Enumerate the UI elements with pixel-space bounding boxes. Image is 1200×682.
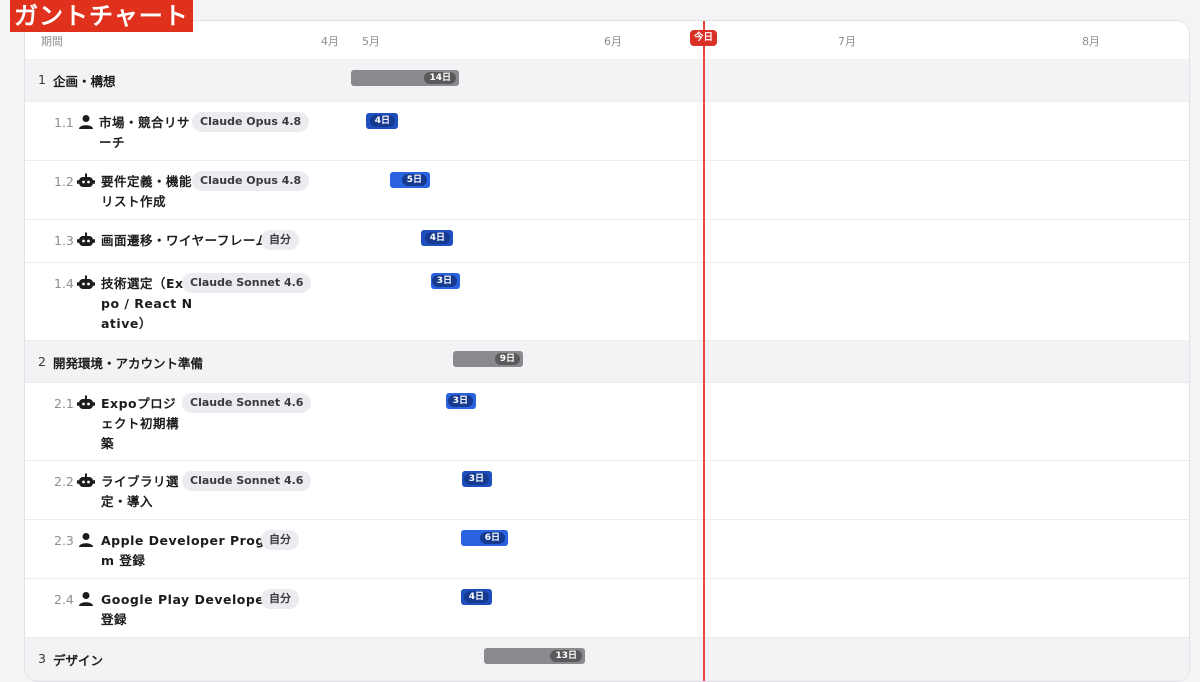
task-name: ライブラリ選 定・導入 — [101, 472, 179, 512]
task-name: 要件定義・機能 リスト作成 — [101, 172, 192, 212]
task-name-line: ェクト初期構 — [101, 416, 180, 431]
task-name-line: 市場・競合リサ — [99, 115, 191, 130]
task-row[interactable]: 2.1 Expoプロジ ェクト初期構 築 Claude Sonnet 4.6 3… — [25, 383, 1189, 461]
duration-label: 5日 — [401, 174, 427, 186]
task-name-line: 築 — [101, 436, 115, 451]
month-label-jul: 7月 — [838, 35, 856, 48]
duration-label: 3日 — [431, 275, 457, 287]
task-name-line: 技術選定（Ex — [101, 276, 184, 291]
task-name: Google Play Developer 登録 — [101, 590, 271, 630]
task-number: 2.2 — [54, 474, 74, 489]
group-name: 企画・構想 — [53, 74, 116, 89]
task-name-line: 登録 — [101, 612, 128, 627]
robot-icon — [77, 473, 95, 487]
group-row[interactable]: 2 開発環境・アカウント準備 9日 — [25, 341, 1189, 383]
month-label-may: 5月 — [362, 35, 380, 48]
duration-label: 4日 — [463, 591, 489, 603]
task-number: 2.3 — [54, 533, 74, 548]
task-number: 1.1 — [54, 115, 74, 130]
assignee-badge[interactable]: Claude Sonnet 4.6 — [182, 273, 312, 293]
task-number: 1.2 — [54, 174, 74, 189]
duration-label: 14日 — [424, 72, 456, 84]
task-name-line: ライブラリ選 — [101, 474, 180, 489]
assignee-badge[interactable]: 自分 — [261, 230, 299, 250]
task-name-line: ーチ — [99, 135, 126, 150]
group-bar[interactable]: 14日 — [351, 70, 459, 86]
task-name-line: m 登録 — [101, 553, 146, 568]
group-name: 開発環境・アカウント準備 — [53, 356, 204, 371]
page-title: ガントチャート — [10, 0, 193, 32]
duration-label: 4日 — [369, 115, 395, 127]
assignee-badge[interactable]: Claude Opus 4.8 — [192, 112, 310, 132]
task-bar[interactable]: 4日 — [421, 230, 453, 246]
timeline-header: 期間 4月 5月 6月 7月 8月 — [25, 21, 1189, 60]
group-row[interactable]: 3 デザイン 13日 — [25, 638, 1189, 681]
task-name: Expoプロジ ェクト初期構 築 — [101, 394, 179, 454]
task-name-line: Expoプロジ — [101, 396, 177, 411]
task-row[interactable]: 1.4 技術選定（Ex po / React N ative） Claude S… — [25, 263, 1189, 341]
task-name: 画面遷移・ワイヤーフレーム — [101, 231, 269, 251]
today-line — [703, 21, 705, 681]
robot-icon — [77, 395, 95, 409]
task-name-line: po / React N — [101, 296, 193, 311]
duration-label: 3日 — [463, 473, 489, 485]
group-number: 2 — [38, 354, 46, 369]
assignee-badge[interactable]: Claude Sonnet 4.6 — [182, 393, 312, 413]
task-bar[interactable]: 6日 — [461, 530, 508, 546]
robot-icon — [77, 232, 95, 246]
group-number: 1 — [38, 72, 46, 87]
task-name-line: 画面遷移・ワイヤーフレーム — [101, 233, 269, 248]
task-row[interactable]: 1.1 市場・競合リサ ーチ Claude Opus 4.8 4日 — [25, 102, 1189, 161]
duration-label: 13日 — [550, 650, 582, 662]
month-label-apr: 4月 — [321, 35, 339, 48]
task-bar[interactable]: 3日 — [431, 273, 460, 289]
task-name: 技術選定（Ex po / React N ative） — [101, 274, 193, 334]
task-name-line: リスト作成 — [101, 194, 167, 209]
robot-icon — [77, 173, 95, 187]
task-name-line: 定・導入 — [101, 494, 154, 509]
task-name: Apple Developer Progra m 登録 — [101, 531, 280, 571]
group-name: デザイン — [53, 653, 104, 668]
task-number: 1.4 — [54, 276, 74, 291]
task-name-line: ative） — [101, 316, 152, 331]
task-name-line: 要件定義・機能 — [101, 174, 193, 189]
duration-label: 6日 — [479, 532, 505, 544]
period-header: 期間 — [41, 35, 63, 48]
task-row[interactable]: 1.3 画面遷移・ワイヤーフレーム 自分 4日 — [25, 220, 1189, 263]
assignee-badge[interactable]: 自分 — [261, 530, 299, 550]
assignee-badge[interactable]: 自分 — [261, 589, 299, 609]
robot-icon — [77, 275, 95, 289]
assignee-badge[interactable]: Claude Sonnet 4.6 — [182, 471, 312, 491]
task-number: 2.4 — [54, 592, 74, 607]
task-row[interactable]: 2.4 Google Play Developer 登録 自分 4日 — [25, 579, 1189, 638]
duration-label: 3日 — [447, 395, 473, 407]
task-number: 1.3 — [54, 233, 74, 248]
task-name: 市場・競合リサ ーチ — [99, 113, 190, 153]
task-number: 2.1 — [54, 396, 74, 411]
person-icon — [79, 533, 93, 547]
task-bar[interactable]: 3日 — [462, 471, 492, 487]
task-name-line: Google Play Developer — [101, 592, 271, 607]
task-row[interactable]: 2.3 Apple Developer Progra m 登録 自分 6日 — [25, 520, 1189, 579]
task-bar[interactable]: 5日 — [390, 172, 430, 188]
task-row[interactable]: 1.2 要件定義・機能 リスト作成 Claude Opus 4.8 5日 — [25, 161, 1189, 220]
today-badge: 今日 — [690, 30, 718, 46]
person-icon — [79, 115, 93, 129]
task-row[interactable]: 2.2 ライブラリ選 定・導入 Claude Sonnet 4.6 3日 — [25, 461, 1189, 520]
group-row[interactable]: 1 企画・構想 14日 — [25, 59, 1189, 102]
assignee-badge[interactable]: Claude Opus 4.8 — [192, 171, 310, 191]
month-label-aug: 8月 — [1082, 35, 1100, 48]
group-bar[interactable]: 13日 — [484, 648, 585, 664]
task-name-line: Apple Developer Progra — [101, 533, 281, 548]
month-label-jun: 6月 — [604, 35, 622, 48]
task-bar[interactable]: 4日 — [366, 113, 398, 129]
duration-label: 9日 — [494, 353, 520, 365]
gantt-chart: 期間 4月 5月 6月 7月 8月 1 企画・構想 14日 1.1 市場・競合リ… — [24, 20, 1190, 682]
group-bar[interactable]: 9日 — [453, 351, 523, 367]
task-bar[interactable]: 4日 — [461, 589, 492, 605]
group-number: 3 — [38, 651, 46, 666]
task-bar[interactable]: 3日 — [446, 393, 476, 409]
person-icon — [79, 592, 93, 606]
duration-label: 4日 — [424, 232, 450, 244]
